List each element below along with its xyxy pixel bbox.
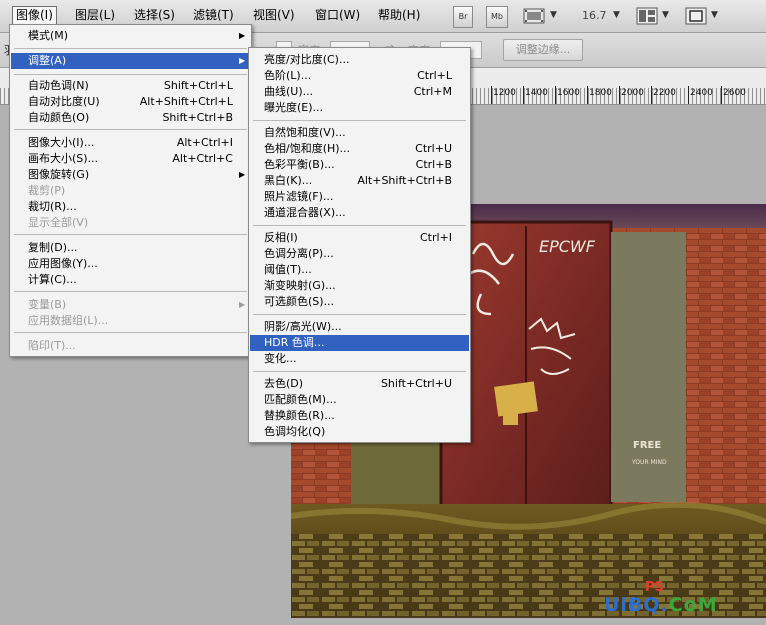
ruler-major-tick	[688, 86, 689, 104]
ruler-major-tick	[651, 86, 652, 104]
submenu-arrow-icon: ▶	[239, 300, 246, 309]
menu-item-trim[interactable]: 裁切(R)...	[11, 199, 250, 215]
ruler-major-tick	[555, 86, 556, 104]
ruler-label: 2400	[690, 88, 713, 98]
chevron-down-icon[interactable]: ▼	[711, 10, 718, 20]
menu-image[interactable]: 图像(I)	[12, 6, 57, 26]
ruler-major-tick	[523, 86, 524, 104]
menu-item-selective-color[interactable]: 可选颜色(S)...	[250, 294, 469, 310]
ruler-label: 1800	[589, 88, 612, 98]
menu-item-hue-saturation[interactable]: 色相/饱和度(H)... Ctrl+U	[250, 141, 469, 157]
menu-separator	[14, 74, 247, 75]
menu-item-exposure[interactable]: 曝光度(E)...	[250, 100, 469, 116]
menu-item-variables: 变量(B) ▶	[28, 298, 246, 311]
watermark-text: UiBQ.	[604, 594, 669, 616]
menu-separator	[253, 371, 466, 372]
menu-item-invert[interactable]: 反相(I) Ctrl+I	[250, 230, 469, 246]
ruler-label: 2000	[621, 88, 644, 98]
free-text: FREE	[633, 440, 661, 451]
adjustments-submenu: 亮度/对比度(C)... 色阶(L)... Ctrl+L 曲线(U)... Ctrl…	[248, 47, 471, 443]
mini-bridge-button[interactable]: Mb	[486, 6, 508, 28]
menu-item-auto-tone[interactable]: 自动色调(N) Shift+Ctrl+L	[11, 78, 250, 94]
screen-mode-icon[interactable]	[685, 7, 707, 25]
menu-item-auto-color[interactable]: 自动颜色(O) Shift+Ctrl+B	[11, 110, 250, 126]
menu-item-trap: 陷印(T)...	[28, 339, 76, 352]
menu-item-equalize[interactable]: 色调均化(Q)	[250, 424, 469, 440]
menu-separator	[253, 120, 466, 121]
menu-item-threshold[interactable]: 阈值(T)...	[250, 262, 469, 278]
menu-item-crop: 裁剪(P)	[28, 184, 66, 197]
menu-item-match-color[interactable]: 匹配颜色(M)...	[250, 392, 469, 408]
ruler-label: 1200	[493, 88, 516, 98]
menu-item-auto-contrast[interactable]: 自动对比度(U) Alt+Shift+Ctrl+L	[11, 94, 250, 110]
menu-view[interactable]: 视图(V)	[250, 6, 298, 24]
watermark-text-suffix: CoM	[668, 594, 718, 616]
menu-item-reveal-all: 显示全部(V)	[28, 216, 89, 229]
menu-item-levels[interactable]: 色阶(L)... Ctrl+L	[250, 68, 469, 84]
menu-layer[interactable]: 图层(L)	[72, 6, 118, 24]
ruler-label: 2200	[653, 88, 676, 98]
menu-separator	[253, 225, 466, 226]
menu-item-black-white[interactable]: 黑白(K)... Alt+Shift+Ctrl+B	[250, 173, 469, 189]
menu-item-mode[interactable]: 模式(M) ▶	[11, 28, 250, 44]
ruler-major-tick	[721, 86, 722, 104]
chevron-down-icon[interactable]: ▼	[613, 10, 620, 20]
arrange-documents-icon[interactable]	[636, 7, 658, 25]
zoom-level[interactable]: 16.7	[582, 9, 607, 22]
menu-separator	[14, 291, 247, 292]
ps-watermark: PS	[645, 580, 664, 595]
menu-filter[interactable]: 滤镜(T)	[190, 6, 237, 24]
ruler-major-tick	[491, 86, 492, 104]
film-strip-icon[interactable]	[523, 7, 545, 25]
menu-item-image-rotation[interactable]: 图像旋转(G) ▶	[11, 167, 250, 183]
menu-item-gradient-map[interactable]: 渐变映射(G)...	[250, 278, 469, 294]
submenu-arrow-icon: ▶	[239, 170, 246, 179]
refine-edge-button[interactable]: 调整边缘...	[503, 39, 583, 61]
menu-item-photo-filter[interactable]: 照片滤镜(F)...	[250, 189, 469, 205]
menu-window[interactable]: 窗口(W)	[312, 6, 363, 24]
menu-separator	[14, 234, 247, 235]
menu-item-canvas-size[interactable]: 画布大小(S)... Alt+Ctrl+C	[11, 151, 250, 167]
menu-item-calculations[interactable]: 计算(C)...	[11, 272, 250, 288]
submenu-arrow-icon: ▶	[239, 56, 246, 65]
menu-item-replace-color[interactable]: 替换颜色(R)...	[250, 408, 469, 424]
ruler-major-tick	[619, 86, 620, 104]
menu-item-hdr-toning[interactable]: HDR 色调...	[250, 335, 469, 351]
menu-item-vibrance[interactable]: 自然饱和度(V)...	[250, 125, 469, 141]
menu-item-color-balance[interactable]: 色彩平衡(B)... Ctrl+B	[250, 157, 469, 173]
submenu-arrow-icon: ▶	[239, 31, 246, 40]
menu-item-image-size[interactable]: 图像大小(I)... Alt+Ctrl+I	[11, 135, 250, 151]
menu-separator	[14, 48, 247, 49]
menu-item-curves[interactable]: 曲线(U)... Ctrl+M	[250, 84, 469, 100]
menu-separator	[14, 129, 247, 130]
menu-item-posterize[interactable]: 色调分离(P)...	[250, 246, 469, 262]
menu-item-adjustments[interactable]: 调整(A) ▶	[11, 53, 250, 69]
bridge-button[interactable]: Br	[453, 6, 473, 28]
menu-item-apply-image[interactable]: 应用图像(Y)...	[11, 256, 250, 272]
menu-item-desaturate[interactable]: 去色(D) Shift+Ctrl+U	[250, 376, 469, 392]
menu-item-apply-data-set: 应用数据组(L)...	[28, 314, 109, 327]
menu-item-shadows-highlights[interactable]: 阴影/高光(W)...	[250, 319, 469, 335]
ruler-label: 1400	[525, 88, 548, 98]
your-mind-text: YOUR MIND	[631, 459, 667, 466]
menu-item-brightness-contrast[interactable]: 亮度/对比度(C)...	[250, 52, 469, 68]
menu-item-variations[interactable]: 变化...	[250, 351, 469, 367]
ruler-major-tick	[587, 86, 588, 104]
ruler-label: 1600	[557, 88, 580, 98]
menu-select[interactable]: 选择(S)	[131, 6, 178, 24]
menu-item-duplicate[interactable]: 复制(D)...	[11, 240, 250, 256]
menu-item-channel-mixer[interactable]: 通道混合器(X)...	[250, 205, 469, 221]
graffiti-text: EPCWF	[539, 237, 596, 256]
menu-help[interactable]: 帮助(H)	[375, 6, 423, 24]
image-menu: 模式(M) ▶ 调整(A) ▶ 自动色调(N) Shift+Ctrl+L 自动对比度(…	[9, 24, 252, 357]
site-watermark: UiBQ.CoM	[604, 594, 718, 616]
chevron-down-icon[interactable]: ▼	[550, 10, 557, 20]
menu-separator	[14, 332, 247, 333]
menu-separator	[253, 314, 466, 315]
ruler-label: 2600	[723, 88, 746, 98]
chevron-down-icon[interactable]: ▼	[662, 10, 669, 20]
